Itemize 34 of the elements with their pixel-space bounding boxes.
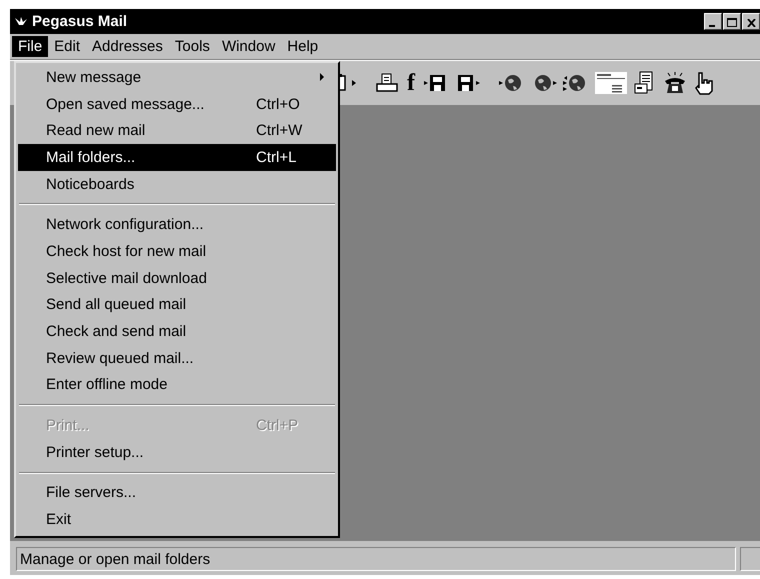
- window-title: Pegasus Mail: [32, 13, 128, 30]
- maximize-button[interactable]: [723, 13, 741, 30]
- menu-item[interactable]: Tools: [168, 36, 216, 57]
- hand-icon[interactable]: [692, 71, 716, 95]
- menu-item[interactable]: Window: [216, 36, 282, 57]
- menu-item[interactable]: Help: [281, 36, 324, 57]
- telephone-icon[interactable]: [662, 71, 688, 95]
- close-button[interactable]: [742, 13, 760, 30]
- minimize-button[interactable]: [704, 13, 722, 30]
- menu-item[interactable]: Check host for new mail: [18, 238, 336, 265]
- status-message: Manage or open mail folders: [16, 547, 736, 571]
- menu-item[interactable]: New message: [18, 64, 336, 91]
- maximize-icon: [727, 18, 737, 27]
- form-icon[interactable]: [594, 71, 628, 95]
- menu-item[interactable]: Selective mail download: [18, 264, 336, 292]
- menu-item[interactable]: Enter offline mode: [18, 372, 336, 398]
- printer-icon[interactable]: [374, 72, 400, 94]
- close-icon: [746, 19, 756, 27]
- menu-item[interactable]: Review queued mail...: [18, 344, 336, 372]
- menu-item[interactable]: Addresses: [86, 36, 169, 57]
- menu-item[interactable]: Send all queued mail: [18, 292, 336, 318]
- menu-item[interactable]: Mail folders... Ctrl+L: [18, 144, 336, 171]
- toolbar-button[interactable]: f: [404, 70, 418, 96]
- menu-item[interactable]: File: [12, 36, 48, 57]
- bird-icon: [14, 16, 28, 28]
- menu-item[interactable]: Exit: [18, 506, 336, 533]
- menu-item[interactable]: Network configuration...: [18, 211, 336, 238]
- menu-item[interactable]: File servers...: [18, 480, 336, 506]
- menu-item[interactable]: Read new mail Ctrl+W: [18, 117, 336, 144]
- menu-item[interactable]: Noticeboards: [18, 170, 336, 198]
- menu-item[interactable]: Edit: [48, 36, 86, 57]
- menu-item[interactable]: Open saved message... Ctrl+O: [18, 90, 336, 118]
- menu-item[interactable]: Printer setup...: [18, 438, 336, 466]
- menu-item[interactable]: Check and send mail: [18, 318, 336, 345]
